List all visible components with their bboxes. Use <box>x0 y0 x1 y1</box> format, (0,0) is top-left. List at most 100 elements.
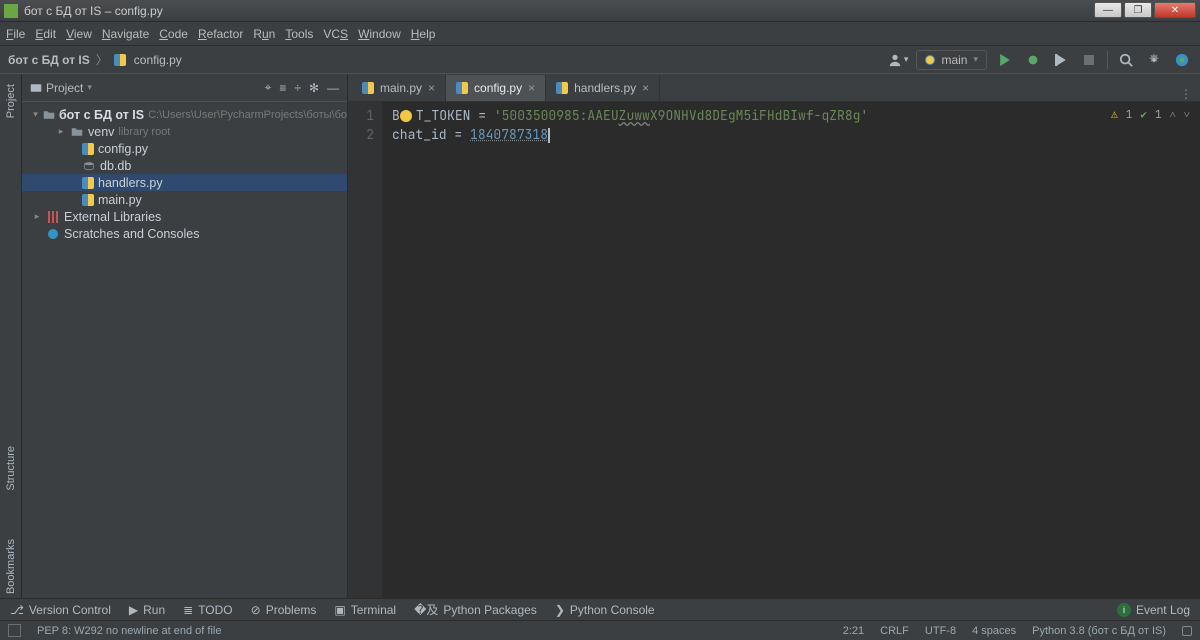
breadcrumb-root[interactable]: бот с БД от IS <box>8 53 90 67</box>
scratch-label: Scratches and Consoles <box>64 227 200 241</box>
hide-icon[interactable]: — <box>327 81 339 95</box>
intention-bulb-icon[interactable] <box>400 110 412 122</box>
run-tab[interactable]: ▶Run <box>129 603 165 617</box>
tree-file-handlers[interactable]: handlers.py <box>22 174 347 191</box>
bottom-tool-bar: ⎇Version Control ▶Run ≣TODO ⊘Problems ▣T… <box>0 598 1200 620</box>
tab-main[interactable]: main.py × <box>352 75 446 101</box>
scratch-icon <box>46 227 60 241</box>
tab-label: handlers.py <box>574 81 636 95</box>
menu-refactor[interactable]: Refactor <box>198 27 243 41</box>
line-number: 1 <box>348 106 374 125</box>
tab-handlers[interactable]: handlers.py × <box>546 75 660 101</box>
python-console-tab[interactable]: ❯Python Console <box>555 603 655 617</box>
blank-icon <box>32 229 42 239</box>
breadcrumb[interactable]: бот с БД от IS 〉 config.py <box>8 51 182 68</box>
stop-button[interactable] <box>1079 50 1099 70</box>
close-icon[interactable]: × <box>642 81 649 95</box>
menu-file[interactable]: File <box>6 27 25 41</box>
tree-venv[interactable]: ▸ venv library root <box>22 123 347 140</box>
problems-tab[interactable]: ⊘Problems <box>251 603 317 617</box>
close-icon[interactable]: × <box>528 81 535 95</box>
terminal-tab[interactable]: ▣Terminal <box>334 603 396 617</box>
toolwindows-toggle-button[interactable] <box>8 624 21 637</box>
chevron-up-icon[interactable]: ˄ <box>1170 106 1176 125</box>
python-file-icon <box>362 82 374 94</box>
close-icon[interactable]: × <box>428 81 435 95</box>
menu-edit[interactable]: Edit <box>35 27 56 41</box>
tree-file-db[interactable]: db.db <box>22 157 347 174</box>
file-encoding[interactable]: UTF-8 <box>925 625 956 637</box>
locate-icon[interactable]: ⌖ <box>265 80 272 95</box>
todo-tab[interactable]: ≣TODO <box>183 603 233 617</box>
chevron-right-icon[interactable]: ▸ <box>56 126 66 137</box>
chevron-down-icon[interactable]: ˅ <box>1184 106 1190 125</box>
editor-body[interactable]: 1 2 BT_TOKEN = '5003500985:AAEUZuwwX9ONH… <box>348 102 1200 598</box>
code-line-2[interactable]: chat_id = 1840787318 <box>392 125 1200 144</box>
project-tree[interactable]: ▾ бот с БД от IS C:\Users\User\PycharmPr… <box>22 102 347 246</box>
toolbox-button[interactable] <box>1172 50 1192 70</box>
collapse-all-icon[interactable]: ÷ <box>294 81 301 95</box>
minimize-button[interactable]: — <box>1094 2 1122 18</box>
caret <box>548 128 550 143</box>
settings-icon[interactable]: ✻ <box>309 81 319 95</box>
indent-settings[interactable]: 4 spaces <box>972 625 1016 637</box>
chevron-down-icon[interactable]: ▾ <box>32 109 39 120</box>
tab-config[interactable]: config.py × <box>446 75 546 101</box>
tree-scratches[interactable]: Scratches and Consoles <box>22 225 347 242</box>
inspection-widget[interactable]: ⚠1 ✔1 ˄ ˅ <box>1111 106 1190 125</box>
separator <box>1107 51 1108 69</box>
project-tool-window: Project ▾ ⌖ ≡ ÷ ✻ — ▾ бот с БД от IS C:\… <box>22 74 348 598</box>
code-content[interactable]: BT_TOKEN = '5003500985:AAEUZuwwX9ONHVd8D… <box>382 102 1200 598</box>
warning-count: 1 <box>1126 106 1133 125</box>
root-name: бот с БД от IS <box>59 108 144 122</box>
expand-all-icon[interactable]: ≡ <box>279 81 286 95</box>
breadcrumb-file[interactable]: config.py <box>134 53 182 67</box>
project-view-selector[interactable]: Project ▾ <box>30 81 92 95</box>
debug-button[interactable] <box>1023 50 1043 70</box>
menu-view[interactable]: View <box>66 27 92 41</box>
run-configuration-selector[interactable]: main ▾ <box>916 50 987 70</box>
line-separator[interactable]: CRLF <box>880 625 909 637</box>
menu-navigate[interactable]: Navigate <box>102 27 149 41</box>
tab-label: main.py <box>380 81 422 95</box>
branch-icon: ⎇ <box>10 603 24 617</box>
run-button[interactable] <box>995 50 1015 70</box>
bookmarks-toolwindow-tab[interactable]: Bookmarks <box>3 535 19 598</box>
event-log-tab[interactable]: iEvent Log <box>1117 603 1190 617</box>
project-toolwindow-tab[interactable]: Project <box>3 80 19 122</box>
tabs-more-button[interactable]: ⋮ <box>1180 87 1200 101</box>
menu-window[interactable]: Window <box>358 27 401 41</box>
file-label: config.py <box>98 142 148 156</box>
left-tool-strip: Project Structure Bookmarks <box>0 74 22 598</box>
menu-tools[interactable]: Tools <box>285 27 313 41</box>
lock-icon[interactable] <box>1182 626 1192 636</box>
structure-toolwindow-tab[interactable]: Structure <box>3 442 19 495</box>
version-control-tab[interactable]: ⎇Version Control <box>10 603 111 617</box>
python-packages-tab[interactable]: �及Python Packages <box>414 601 537 618</box>
code-line-1[interactable]: BT_TOKEN = '5003500985:AAEUZuwwX9ONHVd8D… <box>392 106 1200 125</box>
python-file-icon <box>456 82 468 94</box>
tree-external-libraries[interactable]: ▸ External Libraries <box>22 208 347 225</box>
menu-help[interactable]: Help <box>411 27 436 41</box>
code-with-me-button[interactable]: ▾ <box>888 53 909 67</box>
menu-run[interactable]: Run <box>253 27 275 41</box>
todo-icon: ≣ <box>183 603 193 617</box>
tree-file-main[interactable]: main.py <box>22 191 347 208</box>
settings-button[interactable] <box>1144 50 1164 70</box>
tree-root[interactable]: ▾ бот с БД от IS C:\Users\User\PycharmPr… <box>22 106 347 123</box>
caret-position[interactable]: 2:21 <box>843 625 864 637</box>
maximize-button[interactable]: ❐ <box>1124 2 1152 18</box>
gutter[interactable]: 1 2 <box>348 102 382 598</box>
notification-icon: i <box>1117 603 1131 617</box>
chevron-right-icon[interactable]: ▸ <box>32 211 42 222</box>
interpreter-selector[interactable]: Python 3.8 (бот с БД от IS) <box>1032 625 1166 637</box>
menu-vcs[interactable]: VCS <box>323 27 348 41</box>
tab-label: config.py <box>474 81 522 95</box>
tree-file-config[interactable]: config.py <box>22 140 347 157</box>
close-button[interactable]: ✕ <box>1154 2 1196 18</box>
menu-code[interactable]: Code <box>159 27 188 41</box>
run-with-coverage-button[interactable] <box>1051 50 1071 70</box>
warning-icon: ⚠ <box>1111 106 1118 125</box>
search-everywhere-button[interactable] <box>1116 50 1136 70</box>
status-message: PEP 8: W292 no newline at end of file <box>37 625 221 637</box>
